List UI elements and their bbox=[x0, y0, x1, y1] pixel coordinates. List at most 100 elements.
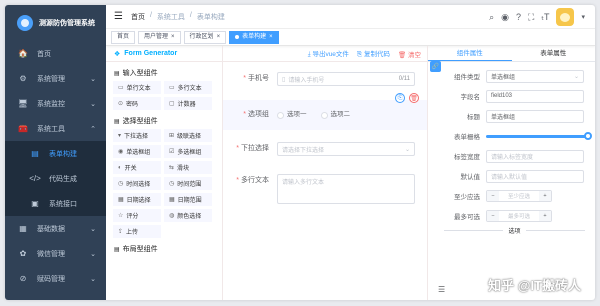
component-upload[interactable]: ⇪ 上传 bbox=[113, 225, 161, 238]
tag-regions[interactable]: 行政区划 × bbox=[183, 30, 227, 44]
tag-home[interactable]: 首页 bbox=[111, 30, 136, 44]
copy-item-icon[interactable]: ⎘ bbox=[395, 93, 405, 103]
brand[interactable]: 测源防伪管理系统 bbox=[5, 5, 106, 41]
sidebar-item-system-management[interactable]: ⚙ 系统管理 ⌄ bbox=[5, 66, 106, 91]
close-icon[interactable]: × bbox=[269, 31, 273, 43]
form-canvas: ⤓ 导出vue文件 ⎘ 复制代码 🗑 清空 * 手机号 ▯ 请输入手机号 0/11 ⎘… bbox=[223, 46, 427, 300]
minus-icon[interactable]: − bbox=[487, 211, 499, 221]
sidebar-item-home[interactable]: 🏠 首页 bbox=[5, 41, 106, 66]
component-select[interactable]: ▾ 下拉选择 bbox=[113, 129, 161, 142]
component-radio-group[interactable]: ◉ 单选框组 bbox=[113, 145, 161, 158]
drag-handle-icon[interactable]: ☰ bbox=[438, 285, 445, 294]
component-type-select[interactable]: 单选框组 ⌄ bbox=[486, 69, 584, 83]
prop-value: 单选框组 bbox=[491, 114, 516, 121]
min-stepper[interactable]: − 至少应选 + bbox=[486, 190, 552, 202]
help-icon[interactable]: ? bbox=[516, 12, 521, 22]
span-slider[interactable] bbox=[486, 130, 592, 143]
component-checkbox-group[interactable]: ☑ 多选框组 bbox=[164, 145, 212, 158]
component-date-range[interactable]: ▦ 日期范围 bbox=[164, 193, 212, 206]
close-icon[interactable]: × bbox=[217, 31, 221, 43]
sidebar-item-wechat[interactable]: ✿ 微信管理 ⌄ bbox=[5, 241, 106, 266]
sidebar-item-form-builder[interactable]: ▤ 表单构建 bbox=[5, 141, 106, 166]
plus-icon[interactable]: + bbox=[539, 211, 551, 221]
component-counter[interactable]: ▢ 计数器 bbox=[164, 97, 212, 110]
component-color-picker[interactable]: ◍ 颜色选择 bbox=[164, 209, 212, 222]
component-time-range[interactable]: ◷ 时间范围 bbox=[164, 177, 212, 190]
link-icon[interactable]: 🔗 bbox=[430, 61, 441, 72]
component-label: 级联选择 bbox=[177, 134, 202, 140]
component-cascader[interactable]: ⊞ 级联选择 bbox=[164, 129, 212, 142]
tab-form-props[interactable]: 表单属性 bbox=[512, 46, 596, 61]
component-single-line[interactable]: ▭ 单行文本 bbox=[113, 81, 161, 94]
options-divider: 选项 bbox=[444, 229, 585, 240]
caret-down-icon[interactable]: ▾ bbox=[581, 13, 585, 21]
copy-code-button[interactable]: ⎘ 复制代码 bbox=[357, 48, 390, 59]
tag-users[interactable]: 用户管理 × bbox=[138, 30, 181, 44]
radio-options: 选项一 选项二 bbox=[277, 108, 350, 122]
sidebar-item-system-monitor[interactable]: 🖥 系统监控 ⌄ bbox=[5, 91, 106, 116]
github-icon[interactable]: ◉ bbox=[501, 12, 509, 23]
component-slider[interactable]: ⇆ 滑块 bbox=[164, 161, 212, 174]
component-date-picker[interactable]: ▦ 日期选择 bbox=[113, 193, 161, 206]
component-multi-line[interactable]: ▭ 多行文本 bbox=[164, 81, 212, 94]
component-label: 时间范围 bbox=[177, 182, 202, 188]
group-label: 输入型组件 bbox=[122, 70, 158, 77]
sidebar-item-system-tools[interactable]: 🧰 系统工具 ⌃ bbox=[5, 116, 106, 141]
label-width-input[interactable]: 请输入标签宽度 bbox=[486, 149, 584, 163]
clear-button[interactable]: 🗑 清空 bbox=[398, 49, 421, 59]
fullscreen-icon[interactable]: ⛶ bbox=[528, 12, 534, 23]
checkbox-icon: ☑ bbox=[169, 149, 175, 155]
avatar[interactable] bbox=[556, 8, 575, 26]
stepper-placeholder: 至少应选 bbox=[507, 194, 530, 200]
minus-icon[interactable]: − bbox=[487, 191, 499, 201]
breadcrumb-home[interactable]: 首页 bbox=[131, 12, 145, 22]
font-size-icon[interactable]: ₜT bbox=[541, 12, 549, 23]
component-group-icon: ▤ bbox=[114, 118, 120, 125]
breadcrumb: 首页 / 系统工具 / 表单构建 bbox=[131, 12, 225, 22]
default-value-input[interactable]: 请输入默认值 bbox=[486, 169, 584, 183]
field-label-text: 选项组 bbox=[248, 111, 269, 118]
phone-input[interactable]: ▯ 请输入手机号 0/11 bbox=[277, 72, 415, 86]
title-input[interactable]: 单选框组 bbox=[486, 109, 584, 123]
form-item-select[interactable]: * 下拉选择 请选择下拉选择 ⌄ bbox=[223, 136, 427, 162]
form-item-textarea[interactable]: * 多行文本 请输入多行文本 bbox=[223, 168, 427, 210]
tag-label: 表单构建 bbox=[242, 34, 267, 40]
search-icon[interactable]: ⌕ bbox=[489, 12, 494, 23]
active-dot-icon bbox=[235, 35, 240, 39]
group-select: ▤ 选择型组件 bbox=[106, 110, 222, 126]
radio-option-1[interactable]: 选项一 bbox=[277, 108, 307, 122]
sidebar-item-label: 表单构建 bbox=[49, 150, 77, 158]
hamburger-icon[interactable]: ☰ bbox=[114, 11, 123, 22]
field-name-input[interactable]: field103 bbox=[486, 89, 584, 103]
cascader-icon: ⊞ bbox=[169, 133, 175, 139]
sidebar-item-system-api[interactable]: ▣ 系统接口 bbox=[5, 191, 106, 216]
select-placeholder: 请选择下拉选择 bbox=[282, 147, 325, 154]
sidebar-item-label: 系统工具 bbox=[37, 125, 65, 133]
select-input[interactable]: 请选择下拉选择 ⌄ bbox=[277, 142, 415, 156]
api-icon: ▣ bbox=[31, 199, 39, 208]
component-switch[interactable]: ◐ 开关 bbox=[113, 161, 161, 174]
palette-title-text: Form Generator bbox=[124, 50, 178, 57]
component-rate[interactable]: ☆ 评分 bbox=[113, 209, 161, 222]
tag-form-builder[interactable]: 表单构建 × bbox=[229, 30, 279, 44]
sidebar-item-base-data[interactable]: ▦ 基础数据 ⌄ bbox=[5, 216, 106, 241]
sidebar-item-code-gen[interactable]: </> 代码生成 bbox=[5, 166, 106, 191]
form-item-phone[interactable]: * 手机号 ▯ 请输入手机号 0/11 bbox=[223, 66, 427, 92]
max-stepper[interactable]: − 最多可选 + bbox=[486, 210, 552, 222]
component-time-picker[interactable]: ◷ 时间选择 bbox=[113, 177, 161, 190]
delete-item-icon[interactable]: 🗑 bbox=[409, 93, 419, 103]
sidebar-item-coding[interactable]: ⊘ 赋码管理 ⌄ bbox=[5, 266, 106, 291]
radio-option-2[interactable]: 选项二 bbox=[320, 108, 350, 122]
slider-handle[interactable] bbox=[584, 131, 592, 140]
export-vue-button[interactable]: ⤓ 导出vue文件 bbox=[308, 48, 349, 59]
counter-icon: ▢ bbox=[169, 101, 175, 107]
field-label-text: 多行文本 bbox=[241, 177, 269, 184]
plus-icon[interactable]: + bbox=[539, 191, 551, 201]
radio-label: 选项一 bbox=[287, 111, 307, 118]
sidebar-item-label: 微信管理 bbox=[37, 250, 65, 258]
close-icon[interactable]: × bbox=[171, 31, 175, 43]
textarea-input[interactable]: 请输入多行文本 bbox=[277, 174, 415, 204]
tab-component-props[interactable]: 组件属性 bbox=[428, 46, 512, 61]
form-item-radio-group[interactable]: ⎘ 🗑 * 选项组 选项一 选项二 bbox=[223, 93, 427, 130]
component-password[interactable]: ⊙ 密码 bbox=[113, 97, 161, 110]
